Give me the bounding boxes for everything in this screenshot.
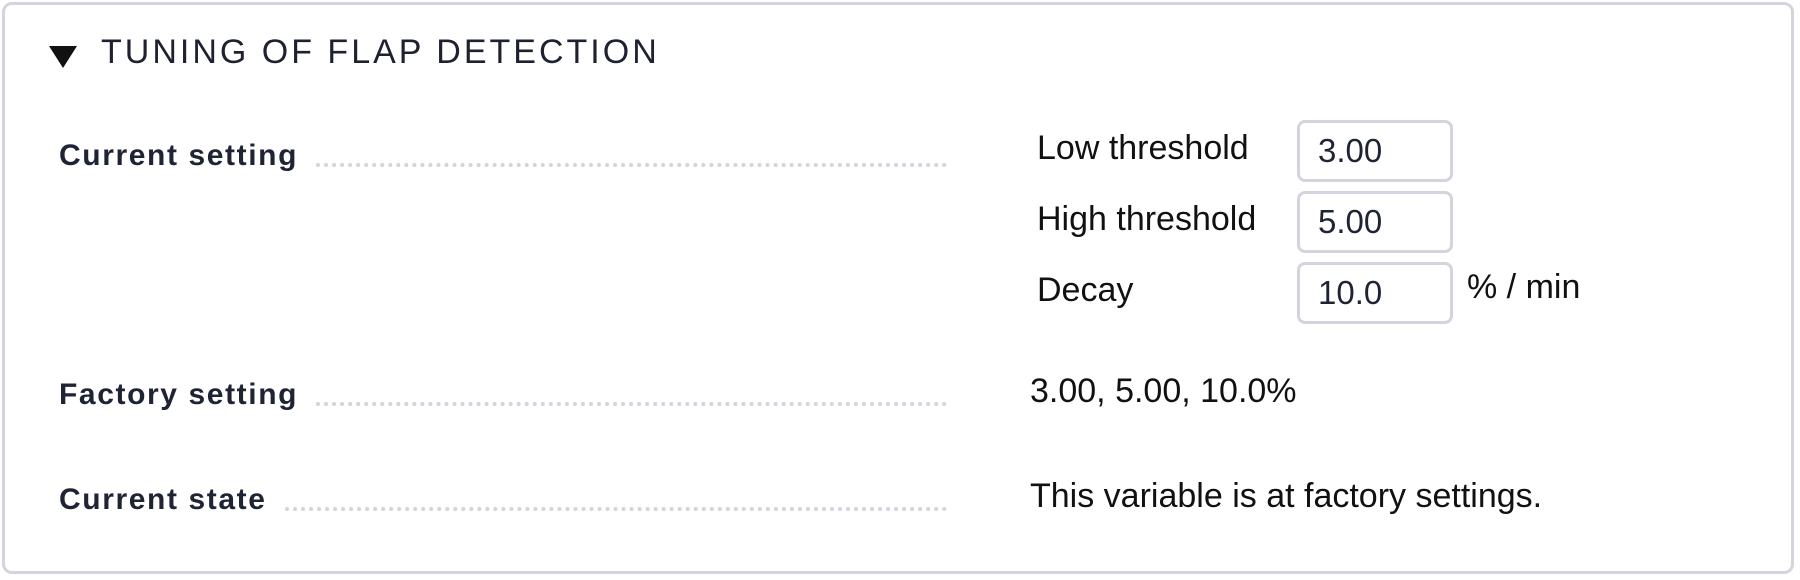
current-state-label: Current state bbox=[59, 483, 267, 516]
dotted-leader bbox=[284, 507, 947, 511]
low-threshold-input[interactable] bbox=[1297, 120, 1453, 182]
section-title: TUNING OF FLAP DETECTION bbox=[101, 32, 660, 71]
current-setting-row-label: Current setting bbox=[59, 133, 947, 173]
triangle-down-icon[interactable] bbox=[49, 46, 77, 68]
high-threshold-label: High threshold bbox=[1037, 200, 1257, 238]
current-state-value: This variable is at factory settings. bbox=[1030, 477, 1543, 515]
decay-input[interactable] bbox=[1297, 262, 1453, 324]
factory-setting-label: Factory setting bbox=[59, 378, 299, 411]
high-threshold-input[interactable] bbox=[1297, 191, 1453, 253]
dotted-leader bbox=[316, 402, 947, 406]
factory-setting-row-label: Factory setting bbox=[59, 372, 947, 412]
decay-label: Decay bbox=[1037, 271, 1134, 309]
dotted-leader bbox=[316, 163, 947, 167]
low-threshold-label: Low threshold bbox=[1037, 129, 1249, 167]
section-header[interactable]: TUNING OF FLAP DETECTION bbox=[49, 27, 660, 77]
factory-setting-value: 3.00, 5.00, 10.0% bbox=[1030, 372, 1297, 410]
decay-unit: % / min bbox=[1467, 268, 1581, 306]
flap-detection-panel: TUNING OF FLAP DETECTION Current setting… bbox=[2, 2, 1794, 574]
current-state-row-label: Current state bbox=[59, 477, 947, 517]
current-setting-label: Current setting bbox=[59, 139, 299, 172]
